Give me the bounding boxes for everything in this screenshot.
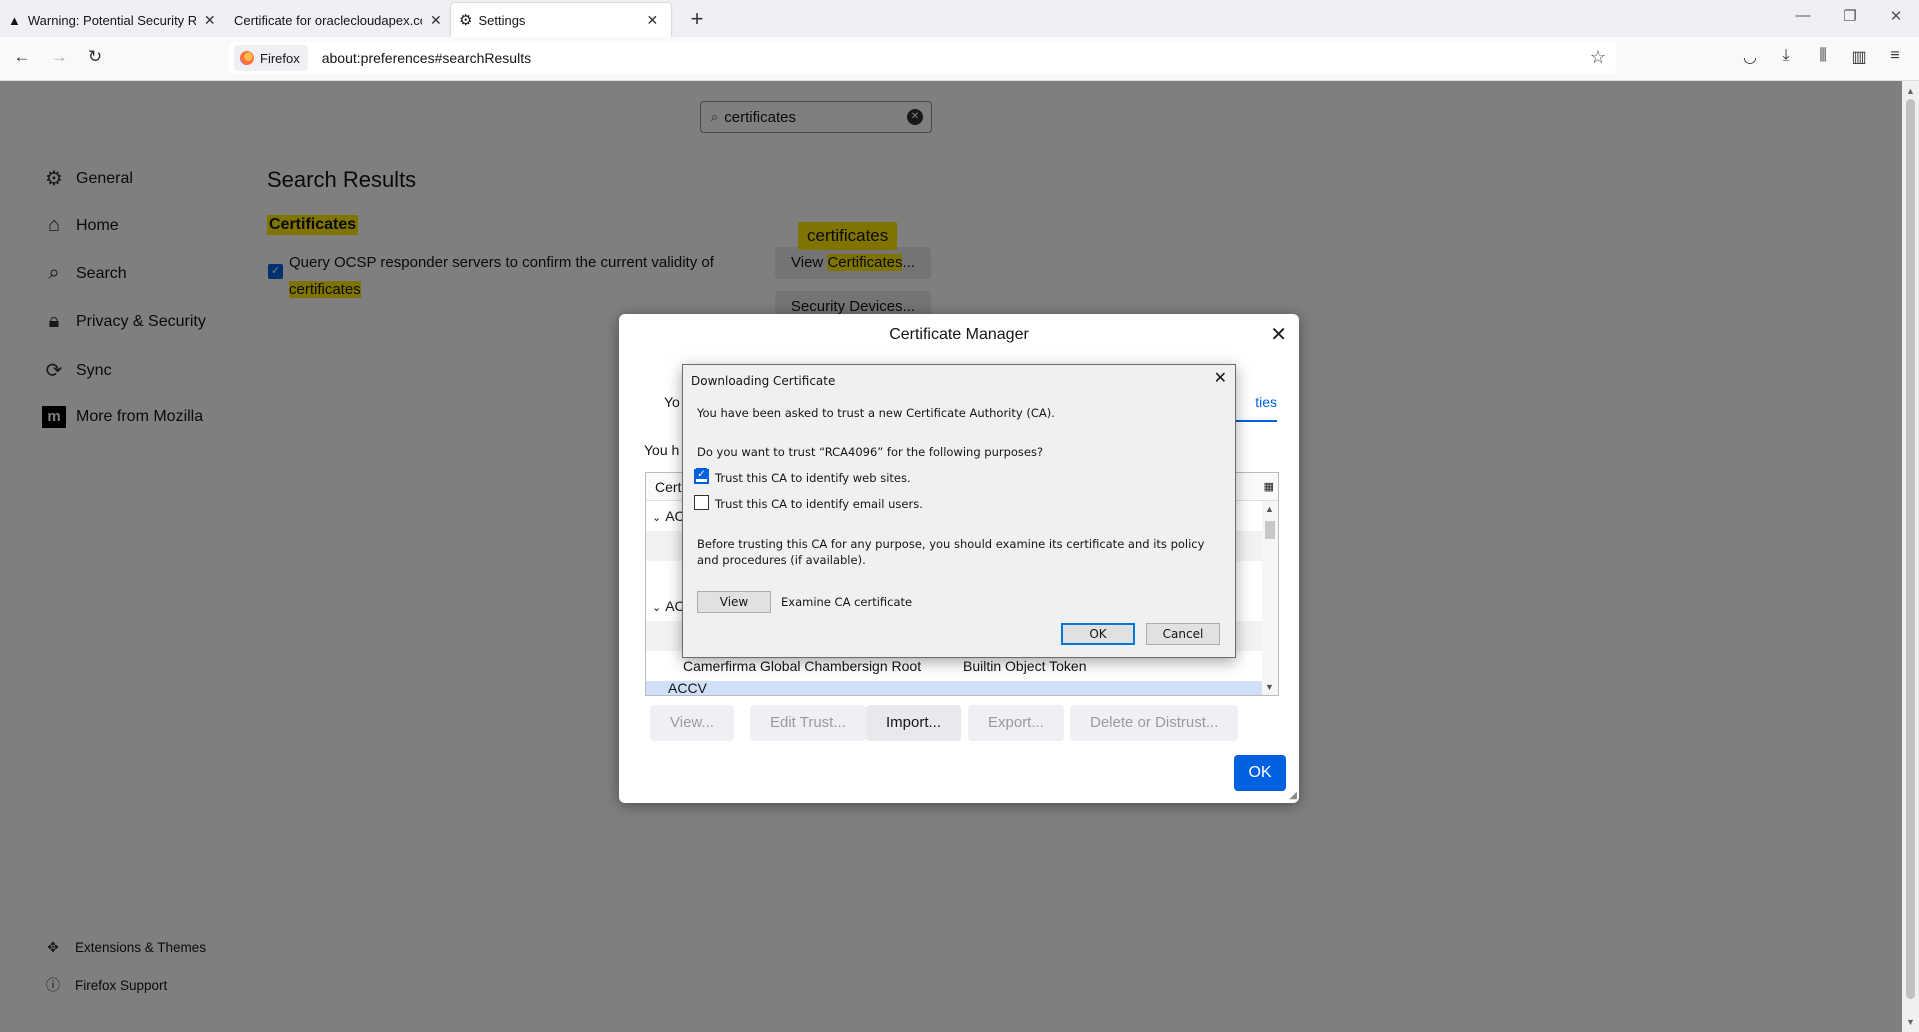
nav-bar: ← → ↻ Firefox about:preferences#searchRe… (0, 37, 1919, 81)
tree-group-row[interactable]: ACCV (646, 680, 1262, 696)
resize-grip-icon[interactable]: ◢ (1289, 790, 1297, 801)
pocket-icon[interactable]: ◡ (1739, 47, 1761, 67)
dialog-title: Downloading Certificate (691, 374, 836, 388)
tab-authorities[interactable]: ties (1235, 394, 1277, 422)
tab-title: Certificate for oraclecloudapex.com (234, 12, 422, 28)
delete-distrust-button[interactable]: Delete or Distrust... (1070, 705, 1239, 741)
close-icon[interactable]: ✕ (430, 12, 442, 29)
warning-note: Before trusting this CA for any purpose,… (697, 537, 1205, 567)
trust-websites-label[interactable]: Trust this CA to identify web sites. (715, 471, 911, 485)
identity-box[interactable]: Firefox (234, 45, 308, 71)
reload-button[interactable]: ↻ (83, 47, 107, 67)
scroll-thumb[interactable] (1265, 521, 1275, 539)
scroll-up-icon[interactable]: ▲ (1265, 504, 1274, 514)
view-ca-button[interactable]: View (697, 591, 771, 613)
dialog-title: Certificate Manager (889, 326, 1029, 343)
tab-your-certificates[interactable]: Yo (664, 394, 680, 410)
chevron-down-icon: ⌄ (652, 512, 662, 524)
scroll-up-icon[interactable]: ▲ (1906, 86, 1915, 96)
trust-websites-checkbox[interactable] (694, 468, 709, 484)
intro-text: You have been asked to trust a new Certi… (697, 406, 1055, 420)
restore-button[interactable]: ❐ (1840, 7, 1860, 25)
import-button[interactable]: Import... (866, 705, 962, 741)
question-text: Do you want to trust “RCA4096” for the f… (697, 445, 1044, 459)
export-button[interactable]: Export... (968, 705, 1064, 741)
ok-button[interactable]: OK (1234, 755, 1286, 791)
menu-icon[interactable]: ≡ (1884, 47, 1906, 65)
close-icon[interactable]: ✕ (646, 12, 658, 29)
back-button[interactable]: ← (10, 47, 34, 67)
warning-icon: ▲ (8, 12, 21, 28)
cancel-button[interactable]: Cancel (1146, 623, 1220, 645)
library-icon[interactable]: ⫼ (1812, 47, 1834, 65)
tab-bar: ▲ Warning: Potential Security Risk ✕ Cer… (0, 0, 1919, 37)
tab-title: Settings (478, 12, 526, 28)
forward-button[interactable]: → (47, 47, 71, 67)
trust-email-checkbox[interactable] (694, 495, 709, 510)
tab-certificate[interactable]: Certificate for oraclecloudapex.com ✕ (234, 3, 448, 37)
group-label: ACCV (668, 680, 707, 696)
close-icon[interactable]: ✕ (1214, 368, 1227, 387)
trust-email-label[interactable]: Trust this CA to identify email users. (715, 497, 923, 511)
tree-scrollbar[interactable]: ▲ ▼ (1262, 501, 1278, 695)
firefox-logo-icon (240, 51, 254, 65)
downloading-certificate-dialog: Downloading Certificate ✕ You have been … (682, 364, 1236, 658)
page-scrollbar[interactable]: ▲ ▼ (1902, 81, 1919, 1032)
edit-trust-button[interactable]: Edit Trust... (750, 705, 866, 741)
tab-title: Warning: Potential Security Risk (27, 12, 196, 28)
column-picker-icon[interactable]: ▦ (1264, 473, 1274, 501)
tab-settings[interactable]: ⚙ Settings ✕ (451, 3, 671, 37)
close-icon[interactable]: ✕ (204, 12, 216, 29)
url-text[interactable]: about:preferences#searchResults (322, 50, 531, 66)
url-bar[interactable]: Firefox about:preferences#searchResults … (229, 42, 1616, 74)
sidebar-icon[interactable]: ▥ (1848, 47, 1870, 67)
scroll-down-icon[interactable]: ▼ (1265, 682, 1274, 692)
column-header-name[interactable]: Cert (655, 479, 681, 495)
view-button[interactable]: View... (650, 705, 734, 741)
tab-security-warning[interactable]: ▲ Warning: Potential Security Risk ✕ (8, 3, 222, 37)
downloads-icon[interactable]: ⤓ (1775, 47, 1797, 65)
ok-button[interactable]: OK (1061, 623, 1135, 645)
new-tab-button[interactable]: + (684, 6, 710, 32)
chevron-down-icon: ⌄ (652, 602, 662, 614)
window-close-button[interactable]: ✕ (1886, 7, 1906, 25)
identity-label: Firefox (260, 50, 300, 66)
scroll-thumb[interactable] (1906, 99, 1915, 999)
view-ca-label: Examine CA certificate (781, 595, 913, 609)
tab-description: You h (644, 442, 680, 458)
gear-icon: ⚙ (459, 12, 473, 29)
scroll-down-icon[interactable]: ▼ (1906, 1017, 1915, 1027)
cert-token: Builtin Object Token (963, 658, 1087, 674)
minimize-button[interactable]: — (1793, 7, 1813, 24)
close-icon[interactable]: ✕ (1270, 322, 1287, 347)
bookmark-star-icon[interactable]: ☆ (1590, 47, 1606, 68)
